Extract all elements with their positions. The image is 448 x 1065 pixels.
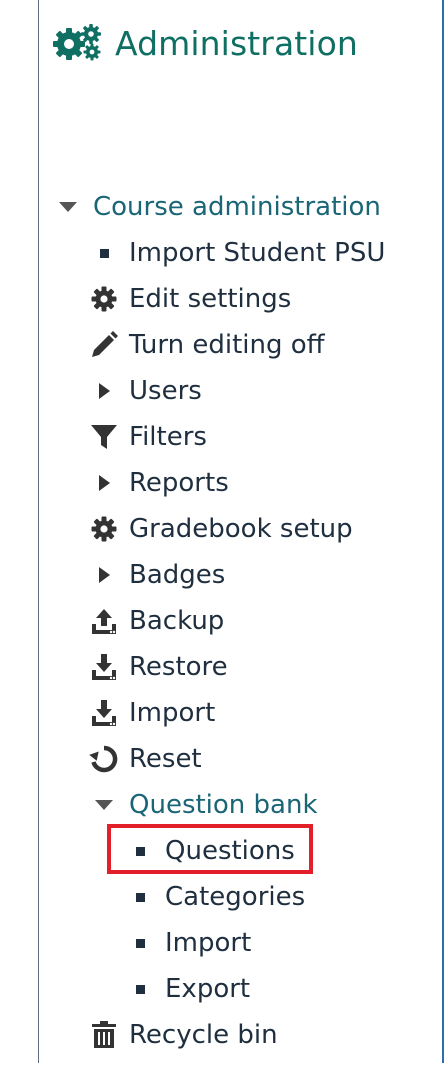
gear-icon bbox=[87, 282, 121, 316]
download-icon bbox=[87, 650, 121, 684]
caret-down-icon bbox=[87, 788, 121, 822]
tree-item-backup[interactable]: Backup bbox=[87, 598, 224, 644]
download-icon bbox=[87, 696, 121, 730]
caret-right-icon bbox=[87, 374, 121, 408]
tree-item-import-student-psu[interactable]: Import Student PSU bbox=[87, 230, 385, 276]
tree-item-categories[interactable]: Categories bbox=[123, 874, 305, 920]
bullet-icon bbox=[123, 880, 157, 914]
tree-item-question-bank[interactable]: Question bank bbox=[87, 782, 318, 828]
block-header: Administration bbox=[49, 22, 358, 66]
caret-right-icon bbox=[87, 558, 121, 592]
tree-item-users[interactable]: Users bbox=[87, 368, 202, 414]
tree-item-import[interactable]: Import bbox=[87, 690, 215, 736]
tree-item-label: Backup bbox=[129, 606, 225, 636]
caret-down-icon bbox=[51, 190, 85, 224]
tree-item-restore[interactable]: Restore bbox=[87, 644, 228, 690]
tree-item-label: Import bbox=[165, 928, 252, 958]
pencil-icon bbox=[87, 328, 121, 362]
bullet-icon bbox=[123, 834, 157, 868]
upload-icon bbox=[87, 604, 121, 638]
tree-item-label: Badges bbox=[129, 560, 226, 590]
block-title: Administration bbox=[115, 24, 358, 63]
tree-item-qb-import[interactable]: Import bbox=[123, 920, 251, 966]
tree-item-label: Edit settings bbox=[129, 284, 292, 314]
gears-icon bbox=[49, 22, 107, 66]
gear-icon bbox=[87, 512, 121, 546]
tree-item-course-administration[interactable]: Course administration bbox=[51, 184, 381, 230]
tree-item-gradebook-setup[interactable]: Gradebook setup bbox=[87, 506, 353, 552]
tree-item-reset[interactable]: Reset bbox=[87, 736, 202, 782]
tree-item-label: Reset bbox=[129, 744, 202, 774]
reset-icon bbox=[87, 742, 121, 776]
bullet-icon bbox=[123, 926, 157, 960]
bullet-icon bbox=[87, 236, 121, 270]
tree-item-label: Question bank bbox=[129, 790, 318, 820]
tree-item-qb-export[interactable]: Export bbox=[123, 966, 250, 1012]
tree-item-badges[interactable]: Badges bbox=[87, 552, 225, 598]
tree-item-turn-editing-off[interactable]: Turn editing off bbox=[87, 322, 325, 368]
tree-item-filters[interactable]: Filters bbox=[87, 414, 207, 460]
tree-item-label: Export bbox=[165, 974, 251, 1004]
tree-item-label: Restore bbox=[129, 652, 228, 682]
trash-icon bbox=[87, 1018, 121, 1052]
tree-item-label: Reports bbox=[129, 468, 229, 498]
tree-item-label: Categories bbox=[165, 882, 306, 912]
tree-item-label: Recycle bin bbox=[129, 1020, 278, 1050]
administration-block: Administration Course administration Imp… bbox=[38, 0, 444, 1063]
tree-item-label: Course administration bbox=[93, 192, 381, 222]
tree-item-reports[interactable]: Reports bbox=[87, 460, 229, 506]
tree-item-label: Import bbox=[129, 698, 216, 728]
tree-item-questions[interactable]: Questions bbox=[123, 828, 295, 874]
tree-item-label: Filters bbox=[129, 422, 207, 452]
tree-item-edit-settings[interactable]: Edit settings bbox=[87, 276, 291, 322]
tree-item-recycle-bin[interactable]: Recycle bin bbox=[87, 1012, 278, 1058]
tree-item-label: Import Student PSU bbox=[129, 238, 386, 268]
filter-icon bbox=[87, 420, 121, 454]
tree-item-label: Turn editing off bbox=[129, 330, 325, 360]
bullet-icon bbox=[123, 972, 157, 1006]
tree-item-label: Questions bbox=[165, 836, 295, 866]
tree-item-label: Users bbox=[129, 376, 202, 406]
tree-item-label: Gradebook setup bbox=[129, 514, 353, 544]
caret-right-icon bbox=[87, 466, 121, 500]
